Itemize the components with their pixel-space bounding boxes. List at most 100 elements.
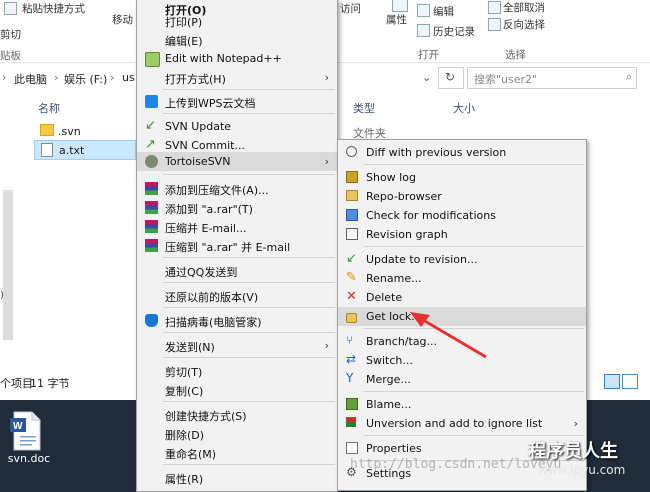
breadcrumb-drive-f[interactable]: 娱乐 (F:) bbox=[64, 71, 107, 87]
svn-item-update-revision[interactable]: ↙ Update to revision... bbox=[338, 250, 586, 269]
cut-button[interactable]: 剪切 bbox=[0, 27, 21, 42]
winrar-icon bbox=[145, 239, 158, 252]
winrar-icon bbox=[145, 201, 158, 214]
select-none-icon bbox=[488, 1, 501, 14]
menu-item-restore-versions[interactable]: 还原以前的版本(V) bbox=[137, 286, 337, 305]
invert-selection-button[interactable]: 反向选择 bbox=[503, 17, 545, 32]
submenu-arrow-icon: › bbox=[324, 71, 329, 84]
column-header-type[interactable]: 类型 bbox=[353, 100, 375, 116]
desktop-icon-label: svn.doc bbox=[7, 452, 51, 465]
dropdown-arrow-icon[interactable]: ⌄ bbox=[422, 71, 431, 84]
menu-item-label: Properties bbox=[366, 442, 422, 455]
edit-button[interactable]: 编辑 bbox=[433, 4, 454, 19]
check-mods-icon bbox=[346, 209, 358, 221]
menu-item-add-archive[interactable]: 添加到压缩文件(A)... bbox=[137, 179, 337, 198]
refresh-button[interactable]: ↻ bbox=[438, 67, 464, 89]
open-group-label: 打开 bbox=[418, 49, 439, 61]
file-name: .svn bbox=[58, 125, 81, 138]
menu-item-label: Merge... bbox=[366, 373, 411, 386]
scrollbar[interactable] bbox=[3, 190, 13, 340]
properties-icon bbox=[346, 442, 358, 454]
svn-item-show-log[interactable]: Show log bbox=[338, 168, 586, 187]
menu-item-cut[interactable]: 剪切(T) bbox=[137, 361, 337, 380]
menu-item-compress-rar-email[interactable]: 压缩到 "a.rar" 并 E-mail bbox=[137, 236, 337, 255]
large-icons-view-icon[interactable] bbox=[622, 374, 638, 389]
svn-item-merge[interactable]: Y Merge... bbox=[338, 370, 586, 389]
paste-shortcut-button[interactable]: 粘贴快捷方式 bbox=[22, 1, 85, 16]
folder-icon bbox=[40, 124, 54, 136]
svn-item-unversion-ignore[interactable]: Unversion and add to ignore list › bbox=[338, 414, 586, 433]
menu-item-compress-email[interactable]: 压缩并 E-mail... bbox=[137, 217, 337, 236]
menu-item-label: 删除(D) bbox=[165, 429, 205, 442]
menu-item-create-shortcut[interactable]: 创建快捷方式(S) bbox=[137, 405, 337, 424]
notepad-icon bbox=[145, 52, 160, 67]
menu-item-tortoisesvn[interactable]: TortoiseSVN › bbox=[137, 152, 337, 171]
file-row-svn[interactable]: .svn bbox=[34, 122, 134, 140]
status-item-count: 个项目 bbox=[0, 377, 33, 390]
wps-cloud-icon bbox=[145, 95, 158, 108]
menu-item-label: 编辑(E) bbox=[165, 35, 203, 48]
menu-item-copy[interactable]: 复制(C) bbox=[137, 380, 337, 399]
menu-item-send-via-qq[interactable]: 通过QQ发送到 bbox=[137, 261, 337, 280]
menu-item-open-with[interactable]: 打开方式(H) › bbox=[137, 68, 337, 87]
breadcrumb-this-pc[interactable]: 此电脑 bbox=[14, 71, 47, 87]
menu-item-label: Rename... bbox=[366, 272, 422, 285]
svn-item-revision-graph[interactable]: Revision graph bbox=[338, 225, 586, 244]
menu-item-properties[interactable]: 属性(R) bbox=[137, 468, 337, 487]
svg-text:W: W bbox=[13, 421, 23, 432]
svn-item-diff[interactable]: Diff with previous version bbox=[338, 143, 586, 162]
menu-item-label: 添加到 "a.rar"(T) bbox=[165, 203, 253, 216]
svn-item-rename[interactable]: ✎ Rename... bbox=[338, 269, 586, 288]
submenu-arrow-icon: › bbox=[324, 155, 329, 168]
breadcrumb-user[interactable]: us bbox=[122, 71, 135, 84]
menu-item-label: Show log bbox=[366, 171, 416, 184]
menu-item-notepad[interactable]: Edit with Notepad++ bbox=[137, 49, 337, 68]
separator bbox=[163, 113, 335, 114]
svn-commit-icon: ↗ bbox=[145, 137, 156, 152]
menu-item-wps-cloud[interactable]: 上传到WPS云文档 bbox=[137, 92, 337, 111]
svn-item-check-modifications[interactable]: Check for modifications bbox=[338, 206, 586, 225]
menu-item-print[interactable]: 打印(P) bbox=[137, 11, 337, 30]
separator bbox=[364, 435, 584, 436]
watermark-brand: 程序员人生 bbox=[528, 441, 618, 462]
details-view-icon[interactable] bbox=[604, 374, 620, 389]
menu-item-label: 还原以前的版本(V) bbox=[165, 291, 259, 304]
merge-icon: Y bbox=[346, 371, 354, 385]
separator bbox=[163, 89, 335, 90]
menu-item-rename[interactable]: 重命名(M) bbox=[137, 443, 337, 462]
blame-icon bbox=[346, 398, 358, 410]
winrar-icon bbox=[145, 220, 158, 233]
menu-item-label: 压缩到 "a.rar" 并 E-mail bbox=[165, 241, 291, 254]
svn-item-repo-browser[interactable]: Repo-browser bbox=[338, 187, 586, 206]
separator bbox=[163, 307, 335, 308]
history-button[interactable]: 历史记录 bbox=[433, 24, 475, 39]
move-to-button[interactable]: 移动 bbox=[112, 12, 133, 27]
shield-icon bbox=[145, 314, 158, 327]
menu-item-label: 上传到WPS云文档 bbox=[165, 97, 256, 110]
menu-item-label: 通过QQ发送到 bbox=[165, 266, 238, 279]
column-header-name[interactable]: 名称 bbox=[38, 100, 60, 116]
menu-item-label: Edit with Notepad++ bbox=[165, 52, 282, 65]
search-input[interactable]: 搜索"user2" ⌕ bbox=[467, 67, 637, 89]
menu-item-label: Delete bbox=[366, 291, 403, 304]
menu-item-add-to-rar[interactable]: 添加到 "a.rar"(T) bbox=[137, 198, 337, 217]
svn-item-blame[interactable]: Blame... bbox=[338, 395, 586, 414]
branch-icon: ⑂ bbox=[346, 333, 354, 347]
column-header-size[interactable]: 大小 bbox=[453, 100, 475, 116]
file-row-a-txt[interactable]: a.txt bbox=[34, 140, 136, 160]
winrar-icon bbox=[145, 182, 158, 195]
menu-item-svn-update[interactable]: ↙ SVN Update bbox=[137, 117, 337, 136]
history-icon bbox=[417, 24, 430, 37]
chevron-right-icon: › bbox=[2, 71, 7, 84]
select-none-button[interactable]: 全部取消 bbox=[503, 0, 545, 15]
menu-item-send-to[interactable]: 发送到(N) › bbox=[137, 336, 337, 355]
word-document-icon: W bbox=[10, 411, 41, 451]
separator bbox=[364, 391, 584, 392]
properties-button[interactable]: 属性 bbox=[386, 12, 407, 27]
menu-item-delete[interactable]: 删除(D) bbox=[137, 424, 337, 443]
properties-icon bbox=[392, 0, 408, 12]
menu-item-virus-scan[interactable]: 扫描病毒(电脑管家) bbox=[137, 311, 337, 330]
menu-item-edit[interactable]: 编辑(E) bbox=[137, 30, 337, 49]
menu-item-label: Update to revision... bbox=[366, 253, 478, 266]
access-button[interactable]: 访问 bbox=[340, 1, 361, 16]
